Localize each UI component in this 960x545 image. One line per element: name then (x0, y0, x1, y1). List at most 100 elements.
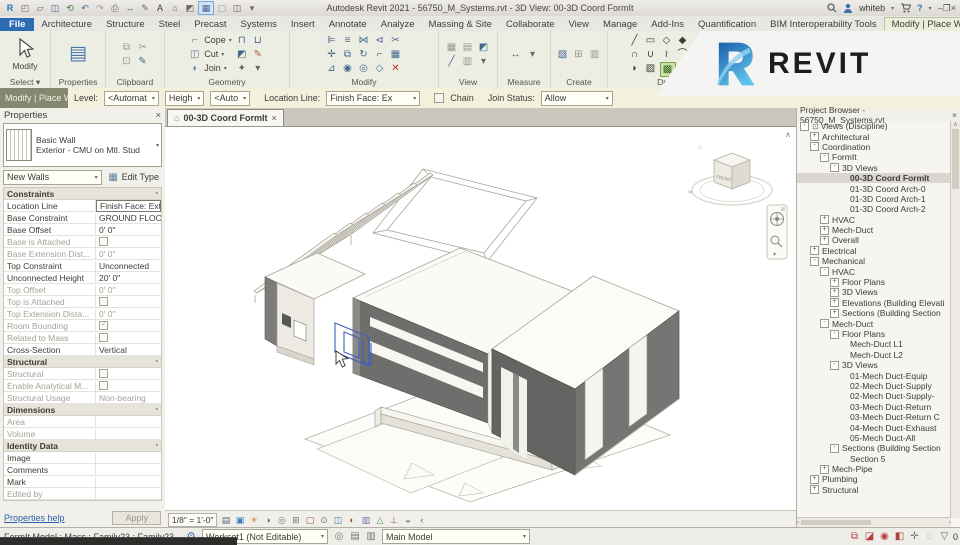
browser-item-floor-plans[interactable]: -Floor Plans (797, 329, 951, 339)
collapse-icon[interactable]: - (810, 257, 819, 266)
default-3d-view-icon[interactable]: ⌂ (168, 2, 182, 14)
browser-item-mech-duct-l1[interactable]: Mech-Duct L1 (797, 339, 951, 349)
rendering-dialog-icon[interactable]: ◎ (275, 514, 288, 527)
type-selector-caret-icon[interactable]: ▾ (156, 142, 159, 149)
select-links-icon[interactable]: ⧉ (848, 530, 861, 543)
browser-item-sections-building-section[interactable]: +Sections (Building Section (797, 308, 951, 318)
tab-precast[interactable]: Precast (187, 18, 233, 31)
tab-analyze[interactable]: Analyze (374, 18, 422, 31)
browser-item-architectural[interactable]: +Architectural (797, 131, 951, 141)
navigation-bar[interactable]: ▾ (767, 205, 787, 259)
tab-bim-interoperability-tools[interactable]: BIM Interoperability Tools (763, 18, 884, 31)
beam-joins-icon[interactable]: ⊓ (235, 34, 249, 47)
cut-geometry-button[interactable]: ◫Cut▾ (188, 48, 232, 61)
chain-checkbox[interactable] (434, 93, 444, 103)
browser-item-00-3d-coord-formit[interactable]: 00-3D Coord FormIt (797, 173, 951, 183)
undo-icon[interactable]: ↶ (78, 2, 92, 14)
browser-vertical-scrollbar[interactable]: ∧ (950, 121, 960, 518)
tab-annotate[interactable]: Annotate (322, 18, 374, 31)
property-checkbox[interactable] (99, 381, 108, 390)
draw-line-icon[interactable]: ╱ (628, 34, 642, 47)
tab-collaborate[interactable]: Collaborate (499, 18, 562, 31)
collapse-icon[interactable]: - (830, 444, 839, 453)
panel-label-clipboard[interactable]: Clipboard (106, 77, 164, 88)
draw-inscribed-polygon-icon[interactable]: ◇ (660, 34, 674, 47)
browser-item-mech-duct-l2[interactable]: Mech-Duct L2 (797, 350, 951, 360)
browser-item-hvac[interactable]: +HVAC (797, 215, 951, 225)
property-value[interactable] (96, 333, 161, 342)
property-value[interactable]: 0' 0" (96, 309, 161, 319)
new-window-icon[interactable]: ◰ (18, 2, 32, 14)
wall-joins-icon[interactable]: ⊔ (251, 34, 265, 47)
browser-item-05-mech-duct-all[interactable]: 05-Mech Duct-All (797, 433, 951, 443)
view-tab-active[interactable]: ⌂ 00-3D Coord FormIt × (167, 109, 284, 126)
tag-icon[interactable]: ✎ (138, 2, 152, 14)
browser-item-overall[interactable]: +Overall (797, 235, 951, 245)
browser-item-01-3d-coord-arch-2[interactable]: 01-3D Coord Arch-2 (797, 204, 951, 214)
browser-item-04-mech-duct-exhaust[interactable]: 04-Mech Duct-Exhaust (797, 422, 951, 432)
expand-icon[interactable]: + (830, 309, 839, 318)
collapse-icon[interactable]: - (810, 142, 819, 151)
expand-icon[interactable]: + (820, 236, 829, 245)
tab-massing-site[interactable]: Massing & Site (422, 18, 499, 31)
expand-icon[interactable]: + (810, 246, 819, 255)
collapse-icon[interactable]: - (820, 153, 829, 162)
activate-dimensions-icon[interactable]: ◇ (373, 62, 387, 75)
cope-button[interactable]: ⌐Cope▾ (188, 34, 232, 47)
reveal-constraints-icon[interactable]: ⊥ (387, 514, 400, 527)
filter-icon[interactable]: ▽ (938, 530, 951, 543)
text-icon[interactable]: A (153, 2, 167, 14)
property-value[interactable]: ✓ (96, 321, 161, 330)
properties-section-dimensions[interactable]: Dimensions▪ (4, 404, 161, 416)
customize-qat-icon[interactable]: ▾ (245, 2, 259, 14)
property-value[interactable]: Finish Face: Exterior (96, 200, 161, 212)
expand-view-control-icon[interactable]: ‹ (415, 514, 428, 527)
temporary-view-properties-icon[interactable]: ▥ (359, 514, 372, 527)
tab-architecture[interactable]: Architecture (34, 18, 99, 31)
redo-icon[interactable]: ↷ (93, 2, 107, 14)
browser-item-coordination[interactable]: -Coordination (797, 142, 951, 152)
browser-item-01-3d-coord-arch-1[interactable]: 01-3D Coord Arch-1 (797, 194, 951, 204)
tab-quantification[interactable]: Quantification (691, 18, 763, 31)
browser-item-mechanical[interactable]: -Mechanical (797, 256, 951, 266)
design-option-select[interactable]: Main Model▾ (382, 529, 530, 544)
property-value[interactable] (96, 381, 161, 390)
help-menu-caret-icon[interactable]: ▾ (929, 5, 932, 12)
browser-item-mech-pipe[interactable]: +Mech-Pipe (797, 464, 951, 474)
print-icon[interactable]: ⎙ (108, 2, 122, 14)
tab-steel[interactable]: Steel (152, 18, 188, 31)
show-analytical-model-icon[interactable]: △ (373, 514, 386, 527)
property-value[interactable]: 0' 0" (96, 249, 161, 259)
copy-icon[interactable]: ⧉ (341, 48, 355, 61)
browser-item-electrical[interactable]: +Electrical (797, 246, 951, 256)
offset-icon[interactable]: ≡ (341, 34, 355, 47)
expand-icon[interactable]: + (820, 465, 829, 474)
tab-insert[interactable]: Insert (284, 18, 322, 31)
property-value[interactable]: 0' 0" (96, 285, 161, 295)
browser-item-02-mech-duct-supply[interactable]: 02-Mech Duct-Supply- (797, 391, 951, 401)
browser-item-sections-building-section[interactable]: -Sections (Building Section (797, 443, 951, 453)
draw-tangent-arc-icon[interactable]: ≀ (660, 48, 674, 61)
rotate-icon[interactable]: ↻ (357, 48, 371, 61)
view-caret-icon[interactable]: ▾ (477, 55, 491, 68)
join-status-select[interactable]: Allow▾ (541, 91, 613, 106)
create-group-icon[interactable]: ▧ (556, 48, 570, 61)
browser-item-03-mech-duct-return[interactable]: 03-Mech Duct-Return (797, 402, 951, 412)
mirror-pick-axis-icon[interactable]: ⋈ (357, 34, 371, 47)
move-icon[interactable]: ✛ (325, 48, 339, 61)
panel-label-measure[interactable]: Measure (498, 77, 550, 88)
browser-item-mech-duct[interactable]: +Mech-Duct (797, 225, 951, 235)
close-inactive-views-icon[interactable]: ▢ (215, 2, 229, 14)
browser-item-03-mech-duct-return-c[interactable]: 03-Mech Duct-Return C (797, 412, 951, 422)
browser-item-02-mech-duct-supply[interactable]: 02-Mech Duct-Supply (797, 381, 951, 391)
expand-icon[interactable]: + (810, 475, 819, 484)
modify-button[interactable]: Modify (4, 38, 46, 71)
panel-label-select[interactable]: Select ▾ (0, 77, 50, 88)
tab-modify-place-wall[interactable]: Modify | Place Wall (884, 17, 960, 31)
expand-icon[interactable]: + (810, 485, 819, 494)
search-icon[interactable] (827, 3, 837, 13)
app-store-cart-icon[interactable] (900, 3, 911, 13)
height-value-select[interactable]: <Auto▾ (210, 91, 250, 106)
browser-item-01-mech-duct-equip[interactable]: 01-Mech Duct-Equip (797, 370, 951, 380)
detail-level-icon[interactable]: ▤ (219, 514, 232, 527)
